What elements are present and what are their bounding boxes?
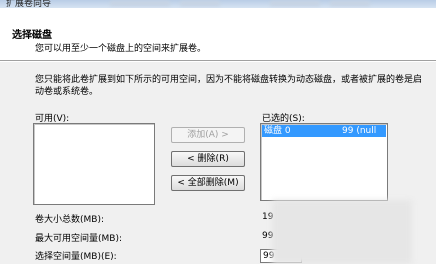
description-text: 您只能将此卷扩展到如下所示的可用空间，因为不能将磁盘转换为动态磁盘，或者被扩展的… (35, 75, 423, 97)
blurred-title-area (330, 1, 370, 6)
disk-name: 磁盘 0 (264, 126, 291, 136)
available-disks-list[interactable] (33, 123, 155, 205)
wizard-header: 选择磁盘 您可以用至少一个磁盘上的空间来扩展卷。 (0, 8, 436, 60)
window-title: 扩展卷向导 (6, 0, 52, 8)
max-space-label: 最大可用空间量(MB): (35, 234, 122, 244)
disk-size: 99 (null (342, 126, 377, 136)
remove-button[interactable]: < 删除(R) (171, 151, 245, 167)
remove-all-button[interactable]: < 全部删除(M) (171, 175, 245, 191)
page-subtitle: 您可以用至少一个磁盘上的空间来扩展卷。 (35, 44, 207, 54)
add-button[interactable]: 添加(A) > (171, 127, 245, 143)
blurred-title-area (270, 1, 320, 6)
selected-disk-row[interactable]: 磁盘 0 99 (null (262, 125, 386, 137)
watermark-overlay (272, 200, 412, 264)
blurred-title-area (180, 1, 220, 6)
total-size-label: 卷大小总数(MB): (35, 215, 104, 225)
title-bar: 扩展卷向导 (0, 0, 436, 8)
blurred-title-area (110, 1, 170, 6)
page-title: 选择磁盘 (12, 30, 52, 41)
selected-disks-list[interactable]: 磁盘 0 99 (null (260, 123, 388, 201)
select-space-label: 选择空间量(MB)(E): (35, 252, 117, 262)
header-divider-highlight (0, 61, 436, 62)
